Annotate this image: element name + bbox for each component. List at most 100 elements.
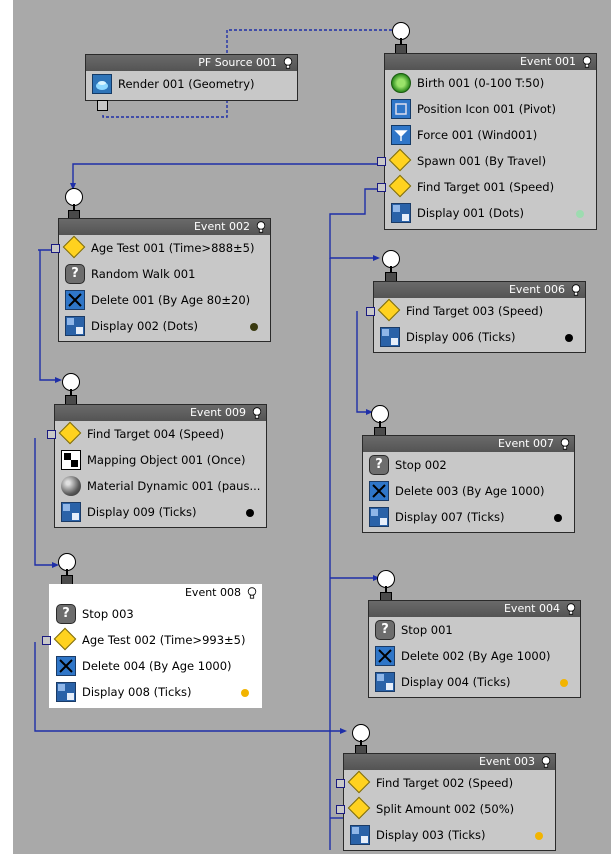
test-output-port[interactable] <box>336 805 345 814</box>
operator-row[interactable]: ? Stop 003 <box>50 601 261 627</box>
test-output-port[interactable] <box>377 183 386 192</box>
operator-label: Delete 004 (By Age 1000) <box>82 659 232 673</box>
display-color-swatch[interactable] <box>560 679 568 687</box>
display-color-swatch[interactable] <box>565 334 573 342</box>
operator-row[interactable]: Display 006 (Ticks) <box>374 324 585 350</box>
operator-label: Display 004 (Ticks) <box>401 675 511 689</box>
event-006-node[interactable]: Event 006 Find Target 003 (Speed) Displa… <box>366 281 586 353</box>
event-002-node[interactable]: Event 002 Age Test 001 (Time>888±5) ? Ra… <box>51 218 271 342</box>
operator-label: Mapping Object 001 (Once) <box>87 453 246 467</box>
display-icon <box>65 316 85 336</box>
mapping-icon <box>61 450 81 470</box>
test-row[interactable]: Age Test 002 (Time>993±5) <box>42 627 261 653</box>
event-008-node[interactable]: Event 008 ? Stop 003 Age Test 002 (Time>… <box>42 584 262 708</box>
operator-row[interactable]: Display 001 (Dots) <box>385 200 596 226</box>
bulb-icon[interactable] <box>256 221 266 233</box>
operator-row[interactable]: Display 009 (Ticks) <box>55 499 266 525</box>
operator-label: Age Test 002 (Time>993±5) <box>82 633 246 647</box>
operator-label: Delete 003 (By Age 1000) <box>395 484 545 498</box>
operator-label: Find Target 001 (Speed) <box>417 180 555 194</box>
operator-label: Delete 001 (By Age 80±20) <box>91 293 251 307</box>
operator-label: Render 001 (Geometry) <box>118 77 255 91</box>
test-row[interactable]: Split Amount 002 (50%) <box>336 796 555 822</box>
display-icon <box>380 327 400 347</box>
bulb-icon[interactable] <box>283 57 293 69</box>
operator-row[interactable]: ? Stop 002 <box>363 452 574 478</box>
bulb-icon[interactable] <box>252 407 262 419</box>
operator-row[interactable]: Birth 001 (0-100 T:50) <box>385 70 596 96</box>
pf-source-node[interactable]: PF Source 001 Render 001 (Geometry) <box>85 54 298 101</box>
display-color-swatch[interactable] <box>535 832 543 840</box>
event-title: Event 004 <box>369 601 580 617</box>
display-color-swatch[interactable] <box>241 689 249 697</box>
test-diamond-icon <box>58 421 82 445</box>
operator-row[interactable]: Material Dynamic 001 (paus... <box>55 473 266 499</box>
event-001-node[interactable]: Event 001 Birth 001 (0-100 T:50) Positio… <box>377 53 597 230</box>
operator-label: Position Icon 001 (Pivot) <box>417 102 556 116</box>
operator-row[interactable]: Delete 001 (By Age 80±20) <box>59 287 270 313</box>
operator-label: Display 006 (Ticks) <box>406 330 516 344</box>
operator-row[interactable]: Force 001 (Wind001) <box>385 122 596 148</box>
operator-row[interactable]: ? Stop 001 <box>369 617 580 643</box>
display-icon <box>61 502 81 522</box>
test-output-port[interactable] <box>336 779 345 788</box>
delete-x-icon <box>375 646 395 666</box>
operator-row[interactable]: Delete 003 (By Age 1000) <box>363 478 574 504</box>
display-icon <box>350 825 370 845</box>
operator-row[interactable]: Delete 002 (By Age 1000) <box>369 643 580 669</box>
force-icon <box>391 125 411 145</box>
operator-label: Stop 003 <box>82 607 134 621</box>
display-color-swatch[interactable] <box>250 323 258 331</box>
operator-row[interactable]: Position Icon 001 (Pivot) <box>385 96 596 122</box>
test-output-port[interactable] <box>51 244 60 253</box>
display-color-swatch[interactable] <box>576 210 584 218</box>
question-icon: ? <box>65 264 85 284</box>
event-003-node[interactable]: Event 003 Find Target 002 (Speed) Split … <box>336 753 556 851</box>
delete-x-icon <box>369 481 389 501</box>
test-row[interactable]: Find Target 001 (Speed) <box>377 174 596 200</box>
operator-row[interactable]: Display 003 (Ticks) <box>344 822 555 848</box>
operator-row[interactable]: ? Random Walk 001 <box>59 261 270 287</box>
question-icon: ? <box>369 455 389 475</box>
operator-label: Display 003 (Ticks) <box>376 828 486 842</box>
event-title: Event 002 <box>59 219 270 235</box>
test-output-port[interactable] <box>366 307 375 316</box>
bulb-icon[interactable] <box>560 438 570 450</box>
operator-row[interactable]: Mapping Object 001 (Once) <box>55 447 266 473</box>
event-title: Event 006 <box>374 282 585 298</box>
test-diamond-icon <box>388 148 412 172</box>
operator-row[interactable]: Delete 004 (By Age 1000) <box>50 653 261 679</box>
output-port[interactable] <box>97 100 108 111</box>
display-color-swatch[interactable] <box>246 509 254 517</box>
operator-label: Stop 002 <box>395 458 447 472</box>
operator-label: Birth 001 (0-100 T:50) <box>417 76 545 90</box>
operator-label: Stop 001 <box>401 623 453 637</box>
operator-label: Force 001 (Wind001) <box>417 128 538 142</box>
bulb-icon[interactable] <box>566 603 576 615</box>
event-009-node[interactable]: Event 009 Find Target 004 (Speed) Mappin… <box>47 404 267 528</box>
operator-row[interactable]: Display 002 (Dots) <box>59 313 270 339</box>
question-icon: ? <box>375 620 395 640</box>
test-output-port[interactable] <box>377 157 386 166</box>
test-row[interactable]: Age Test 001 (Time>888±5) <box>51 235 270 261</box>
test-row[interactable]: Find Target 004 (Speed) <box>47 421 266 447</box>
test-row[interactable]: Find Target 002 (Speed) <box>336 770 555 796</box>
test-output-port[interactable] <box>47 430 56 439</box>
operator-label: Spawn 001 (By Travel) <box>417 154 547 168</box>
event-004-node[interactable]: Event 004 ? Stop 001 Delete 002 (By Age … <box>368 600 581 698</box>
bulb-icon[interactable] <box>247 587 257 599</box>
display-icon <box>391 203 411 223</box>
event-007-node[interactable]: Event 007 ? Stop 002 Delete 003 (By Age … <box>362 435 575 533</box>
bulb-icon[interactable] <box>541 756 551 768</box>
test-output-port[interactable] <box>42 636 51 645</box>
operator-row[interactable]: Display 004 (Ticks) <box>369 669 580 695</box>
bulb-icon[interactable] <box>571 284 581 296</box>
operator-row[interactable]: Display 008 (Ticks) <box>50 679 261 705</box>
test-row[interactable]: Find Target 003 (Speed) <box>366 298 585 324</box>
test-row[interactable]: Spawn 001 (By Travel) <box>377 148 596 174</box>
display-color-swatch[interactable] <box>554 514 562 522</box>
operator-row[interactable]: Display 007 (Ticks) <box>363 504 574 530</box>
display-icon <box>56 682 76 702</box>
bulb-icon[interactable] <box>582 56 592 68</box>
operator-row[interactable]: Render 001 (Geometry) <box>86 71 297 97</box>
